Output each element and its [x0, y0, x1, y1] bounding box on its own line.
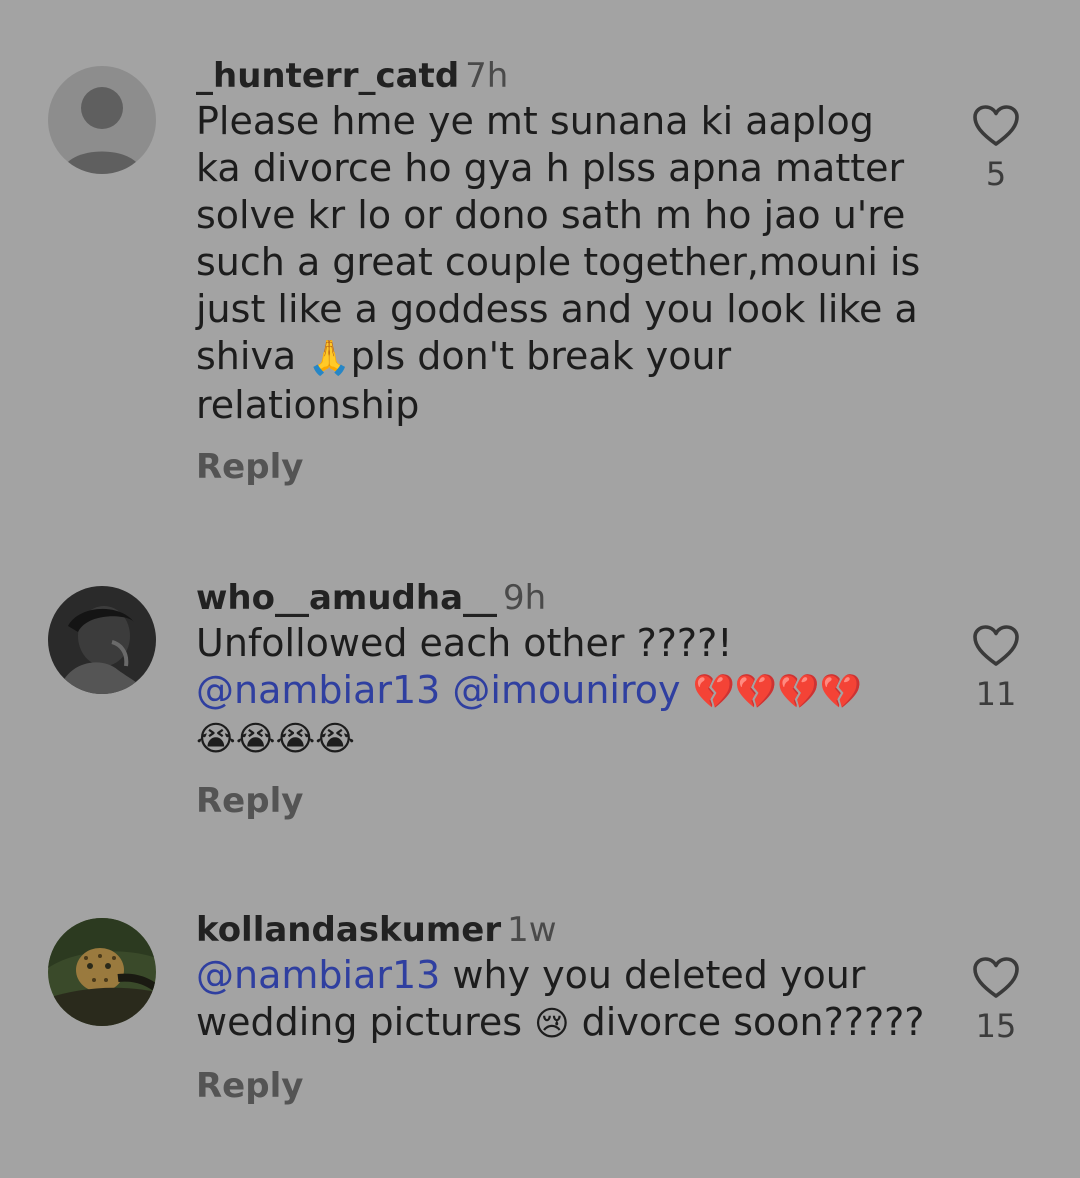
like-control: 5	[962, 104, 1030, 194]
timestamp: 1w	[507, 910, 557, 950]
comment-text-line: Unfollowed each other ????!	[196, 621, 733, 665]
like-control: 11	[962, 624, 1030, 714]
heart-icon[interactable]	[972, 624, 1020, 668]
heart-icon[interactable]	[972, 104, 1020, 148]
mention-link[interactable]: @nambiar13	[196, 953, 440, 997]
timestamp: 9h	[503, 578, 547, 618]
comment-text: Unfollowed each other ????! @nambiar13 @…	[196, 620, 926, 763]
reply-button[interactable]: Reply	[196, 779, 926, 823]
username[interactable]: kollandaskumer	[196, 910, 501, 950]
comment-text: Please hme ye mt sunana ki aaplog ka div…	[196, 98, 926, 429]
profile-photo-icon	[48, 586, 156, 694]
username[interactable]: _hunterr_catd	[196, 56, 459, 96]
leopard-photo-icon	[48, 918, 156, 1026]
username[interactable]: who__amudha__	[196, 578, 497, 618]
comment-text: @nambiar13 why you deleted your wedding …	[196, 952, 926, 1048]
pray-emoji: 🙏	[308, 338, 351, 378]
comment-meta: kollandaskumer 1w	[196, 910, 926, 950]
crying-face-emoji: 😢	[534, 1004, 570, 1044]
avatar[interactable]	[48, 66, 156, 174]
reply-button[interactable]: Reply	[196, 1064, 926, 1108]
mention-link[interactable]: @imouniroy	[452, 668, 680, 712]
reply-button[interactable]: Reply	[196, 445, 926, 489]
crying-emojis: 😭😭😭😭	[196, 719, 355, 759]
like-count: 5	[985, 155, 1007, 193]
avatar[interactable]	[48, 586, 156, 694]
default-avatar-icon	[48, 66, 156, 174]
comment-meta: who__amudha__ 9h	[196, 578, 926, 618]
comment-meta: _hunterr_catd 7h	[196, 56, 926, 96]
comment-text-line: @nambiar13 @imouniroy 💔💔💔💔	[196, 667, 926, 716]
like-count: 15	[975, 1007, 1017, 1045]
timestamp: 7h	[465, 56, 509, 96]
heart-icon[interactable]	[972, 956, 1020, 1000]
mention-link[interactable]: @nambiar13	[196, 668, 440, 712]
like-count: 11	[975, 675, 1017, 713]
broken-heart-emojis: 💔💔💔💔	[692, 672, 862, 712]
comment-text-part: divorce soon?????	[569, 1000, 925, 1044]
avatar[interactable]	[48, 918, 156, 1026]
like-control: 15	[962, 956, 1030, 1046]
